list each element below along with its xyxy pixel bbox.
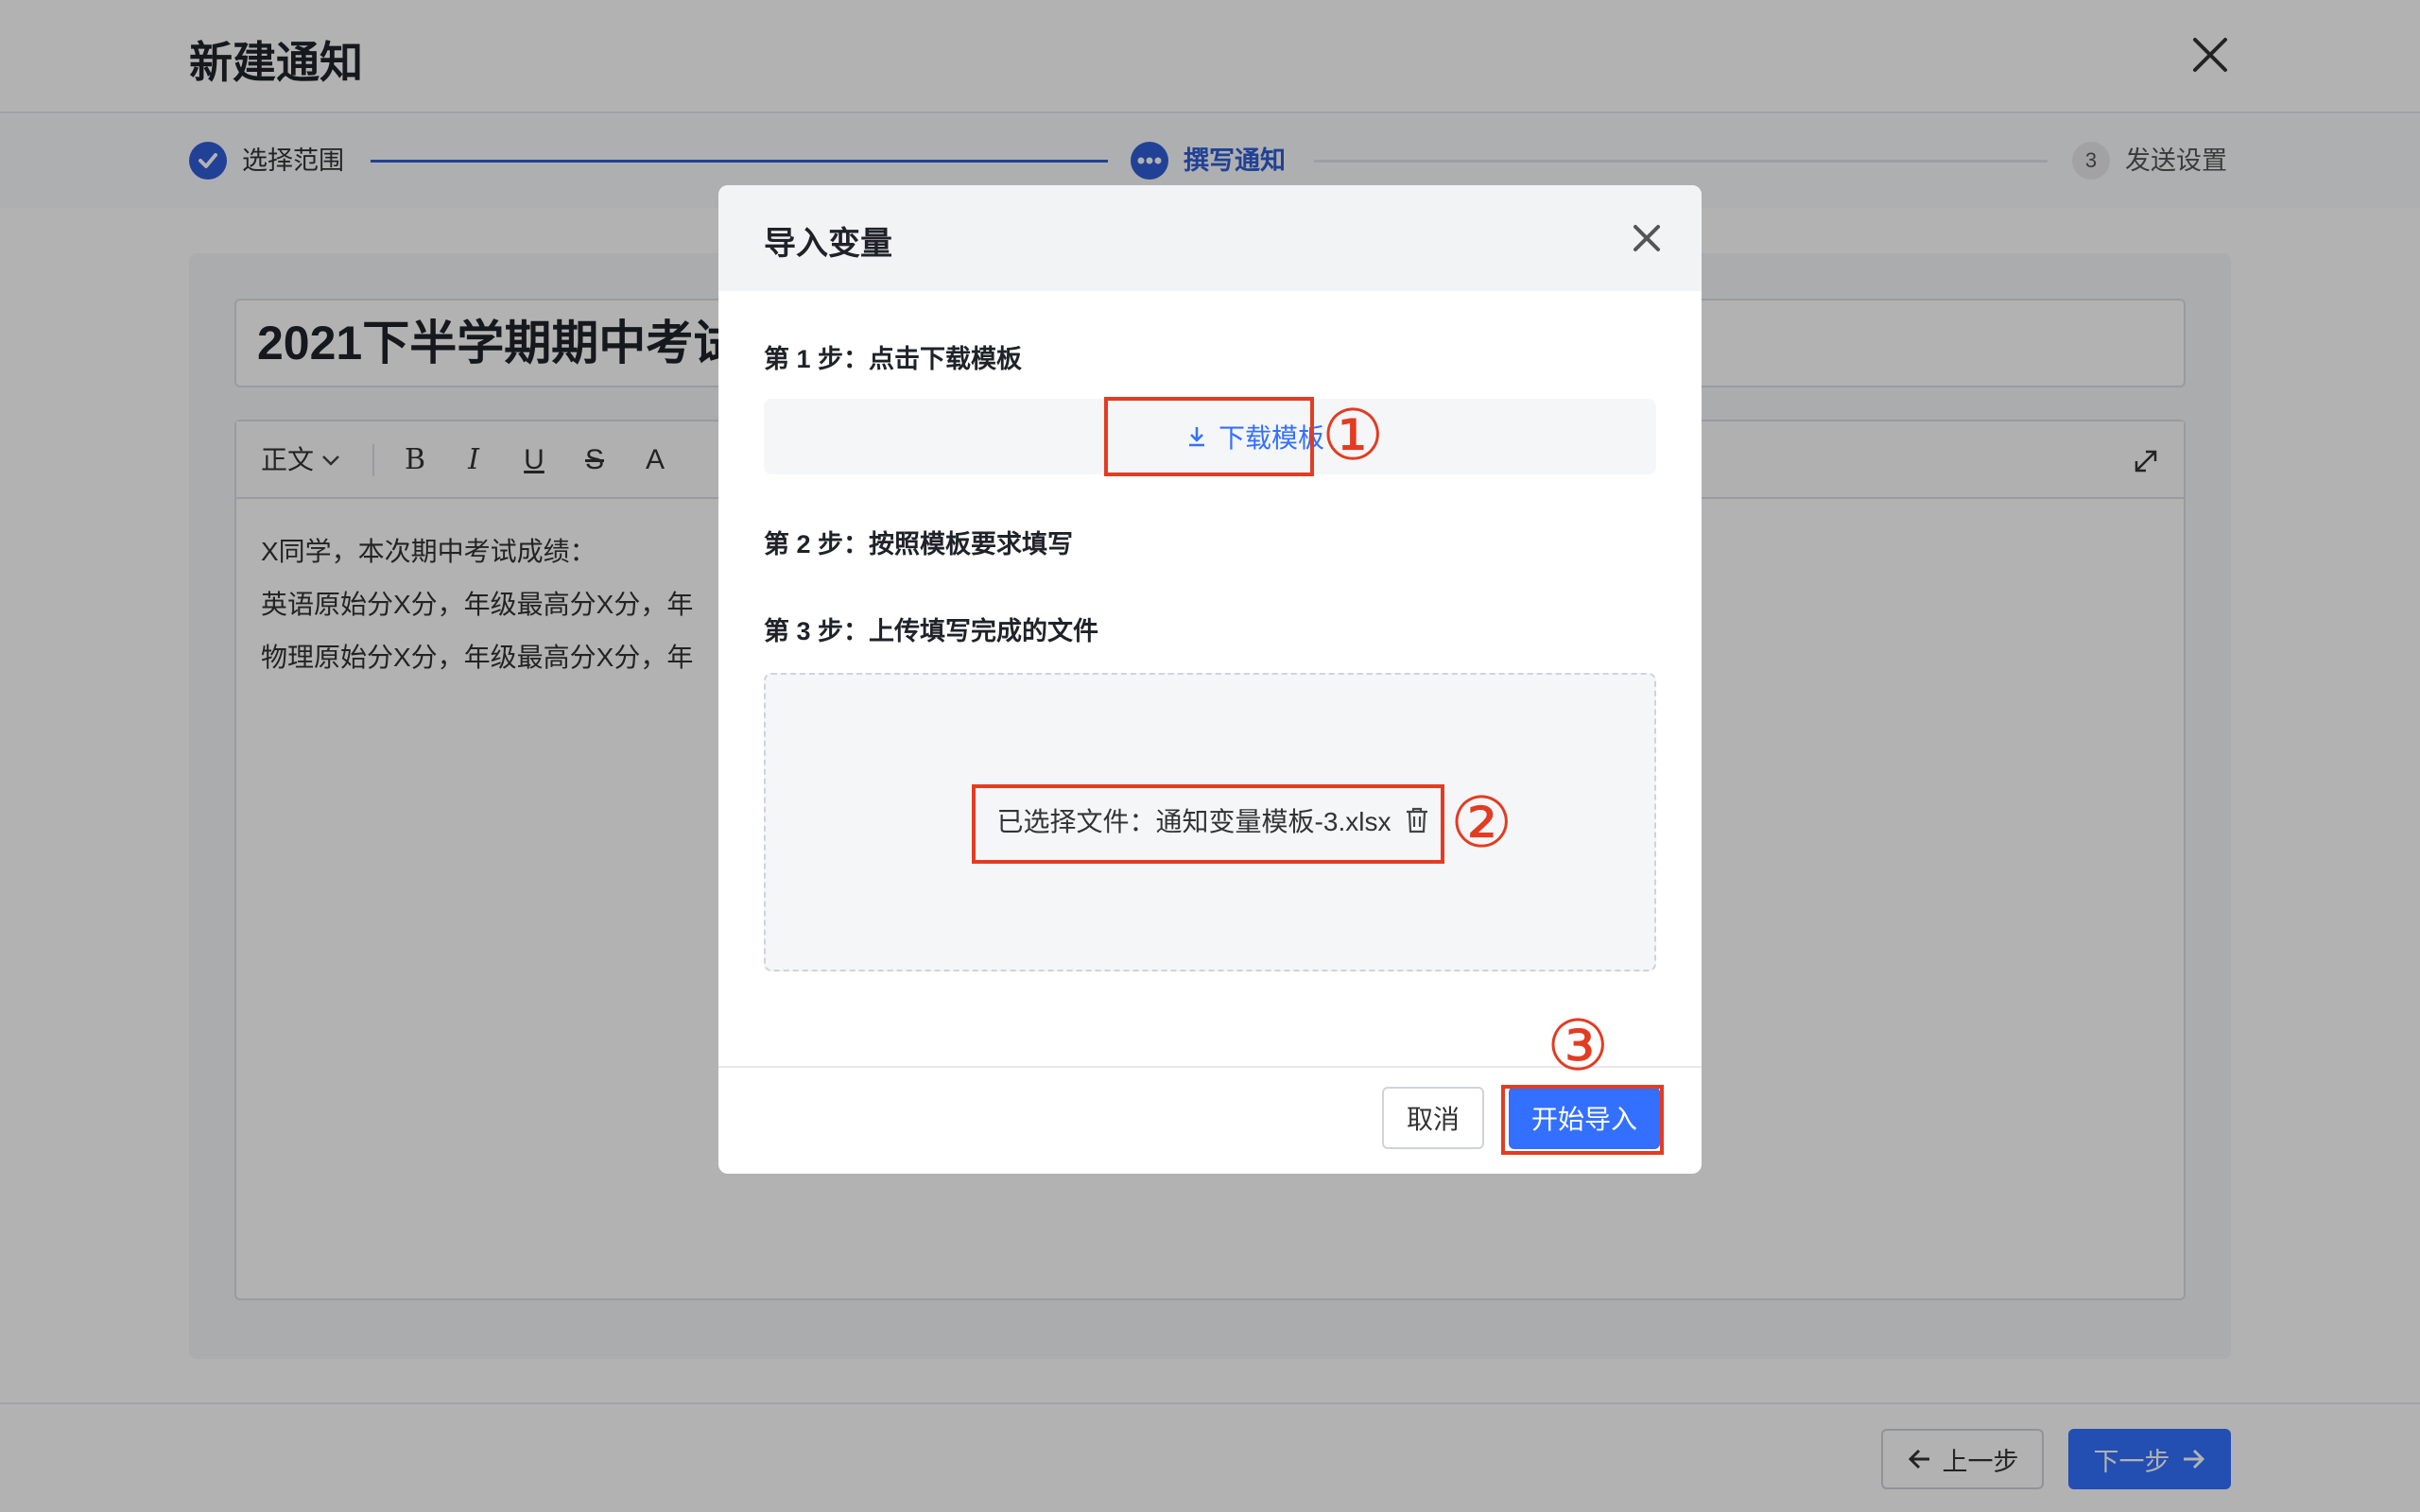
annotation-number-1: ①: [1322, 395, 1385, 476]
annotation-box-3: [1501, 1085, 1664, 1155]
annotation-number-2: ②: [1450, 782, 1513, 864]
notification-page: 新建通知 选择范围 撰写通知 3 发送设置 2021下半学期期中考试 正文 B …: [0, 0, 2420, 1512]
dialog-title: 导入变量: [764, 226, 892, 262]
cancel-button[interactable]: 取消: [1382, 1087, 1484, 1149]
annotation-box-1: [1104, 397, 1314, 476]
close-icon[interactable]: [1626, 217, 1668, 259]
annotation-box-2: [972, 784, 1444, 864]
step-2-instruction: 第 2 步：按照模板要求填写: [764, 530, 1074, 558]
step-1-instruction: 第 1 步：点击下载模板: [764, 345, 1023, 373]
step-3-instruction: 第 3 步：上传填写完成的文件: [764, 617, 1099, 645]
dialog-header: 导入变量: [718, 185, 1702, 291]
annotation-number-3: ③: [1547, 1005, 1610, 1087]
